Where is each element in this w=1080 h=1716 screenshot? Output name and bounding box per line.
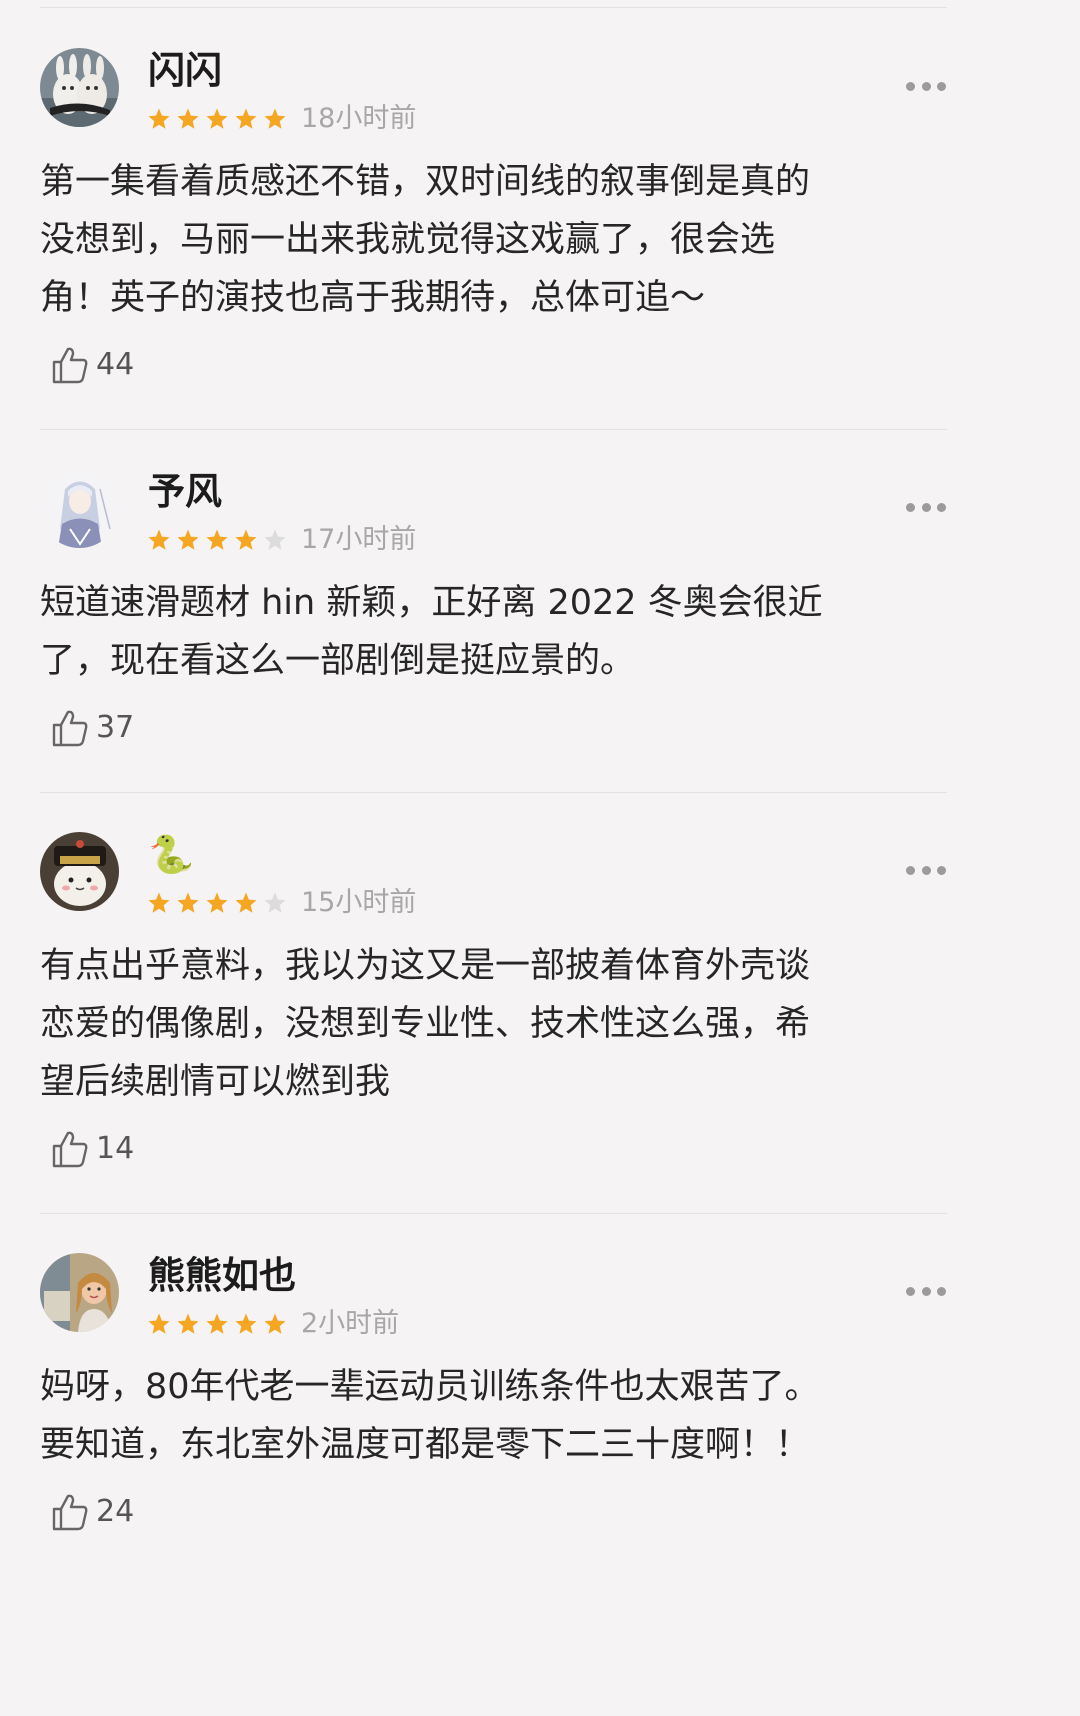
like-count: 14 — [96, 1131, 135, 1166]
content-line: 妈呀，80年代老一辈运动员训练条件也太艰苦了。 — [40, 1367, 820, 1407]
review-content: 有点出乎意料，我以为这又是一部披着体育外壳谈 恋爱的偶像剧，没想到专业性、技术性… — [40, 937, 940, 1111]
star-rating — [147, 1312, 292, 1336]
photo-avatar-icon — [40, 1253, 119, 1332]
like-count: 44 — [96, 347, 135, 382]
review-content: 短道速滑题材 hin 新颖，正好离 2022 冬奥会很近 了，现在看这么一部剧倒… — [40, 574, 940, 690]
rating-row: 2小时前 — [147, 1309, 399, 1339]
star-filled-icon — [206, 892, 228, 913]
username[interactable]: 闪闪 — [148, 50, 222, 92]
cat-official-hat-avatar-icon — [40, 832, 119, 911]
more-dots-icon[interactable] — [906, 864, 946, 876]
timestamp: 2小时前 — [301, 1308, 400, 1339]
content-line: 短道速滑题材 hin 新颖，正好离 2022 冬奥会很近 — [40, 583, 823, 623]
content-line: 要知道，东北室外温度可都是零下二三十度啊！！ — [40, 1425, 811, 1465]
star-filled-icon — [235, 529, 257, 550]
star-filled-icon — [148, 1313, 170, 1334]
anime-character-avatar-icon — [40, 469, 119, 548]
rating-row: 17小时前 — [147, 525, 416, 555]
like-button[interactable]: 37 — [50, 705, 134, 751]
like-button[interactable]: 14 — [50, 1126, 134, 1172]
content-line: 了，现在看这么一部剧倒是挺应景的。 — [40, 641, 636, 681]
like-button[interactable]: 44 — [50, 342, 134, 388]
review-content: 第一集看着质感还不错，双时间线的叙事倒是真的 没想到，马丽一出来我就觉得这戏赢了… — [40, 153, 940, 327]
username[interactable]: 🐍 — [148, 834, 194, 876]
star-filled-icon — [235, 892, 257, 913]
content-line: 角！英子的演技也高于我期待，总体可追～ — [40, 278, 706, 318]
star-filled-icon — [235, 108, 257, 129]
star-filled-icon — [264, 108, 286, 129]
thumbs-up-icon — [52, 347, 88, 384]
review-card: 🐍 15小时前 有点出乎意料，我以为这又是一部披着体育外壳谈 恋爱的偶像剧，没想… — [0, 784, 987, 1214]
star-filled-icon — [177, 892, 199, 913]
like-count: 24 — [96, 1494, 135, 1529]
content-line: 有点出乎意料，我以为这又是一部披着体育外壳谈 — [40, 946, 811, 986]
star-filled-icon — [177, 1313, 199, 1334]
thumbs-up-icon — [52, 1494, 88, 1531]
content-line: 没想到，马丽一出来我就觉得这戏赢了，很会选 — [40, 220, 776, 260]
rating-row: 15小时前 — [147, 888, 416, 918]
more-dots-icon[interactable] — [906, 1285, 946, 1297]
star-empty-icon — [264, 529, 286, 550]
star-filled-icon — [206, 108, 228, 129]
review-card: 予风 17小时前 短道速滑题材 hin 新颖，正好离 2022 冬奥会很近 了，… — [0, 421, 987, 793]
timestamp: 17小时前 — [301, 524, 417, 555]
content-line: 第一集看着质感还不错，双时间线的叙事倒是真的 — [40, 162, 811, 202]
avatar[interactable] — [40, 832, 119, 911]
content-line: 恋爱的偶像剧，没想到专业性、技术性这么强，希 — [40, 1004, 811, 1044]
thumbs-up-icon — [52, 1131, 88, 1168]
like-count: 37 — [96, 710, 135, 745]
star-rating — [147, 528, 292, 552]
star-filled-icon — [177, 108, 199, 129]
star-filled-icon — [206, 529, 228, 550]
content-line: 望后续剧情可以燃到我 — [40, 1062, 391, 1102]
thumbs-up-icon — [52, 710, 88, 747]
review-card: 闪闪 18小时前 第一集看着质感还不错，双时间线的叙事倒是真的 没想到，马丽一出… — [0, 0, 987, 430]
avatar[interactable] — [40, 469, 119, 548]
star-filled-icon — [148, 529, 170, 550]
avatar[interactable] — [40, 1253, 119, 1332]
star-empty-icon — [264, 892, 286, 913]
username[interactable]: 予风 — [148, 471, 222, 513]
star-filled-icon — [235, 1313, 257, 1334]
star-rating — [147, 107, 292, 131]
white-rabbits-avatar-icon — [40, 48, 119, 127]
review-content: 妈呀，80年代老一辈运动员训练条件也太艰苦了。 要知道，东北室外温度可都是零下二… — [40, 1358, 940, 1474]
star-filled-icon — [264, 1313, 286, 1334]
timestamp: 18小时前 — [301, 103, 417, 134]
review-card: 熊熊如也 2小时前 妈呀，80年代老一辈运动员训练条件也太艰苦了。 要知道，东北… — [0, 1205, 987, 1568]
more-dots-icon[interactable] — [906, 501, 946, 513]
username[interactable]: 熊熊如也 — [148, 1255, 296, 1297]
avatar[interactable] — [40, 48, 119, 127]
more-dots-icon[interactable] — [906, 80, 946, 92]
like-button[interactable]: 24 — [50, 1489, 134, 1535]
star-filled-icon — [206, 1313, 228, 1334]
star-rating — [147, 891, 292, 915]
timestamp: 15小时前 — [301, 887, 417, 918]
star-filled-icon — [177, 529, 199, 550]
star-filled-icon — [148, 892, 170, 913]
star-filled-icon — [148, 108, 170, 129]
rating-row: 18小时前 — [147, 104, 416, 134]
